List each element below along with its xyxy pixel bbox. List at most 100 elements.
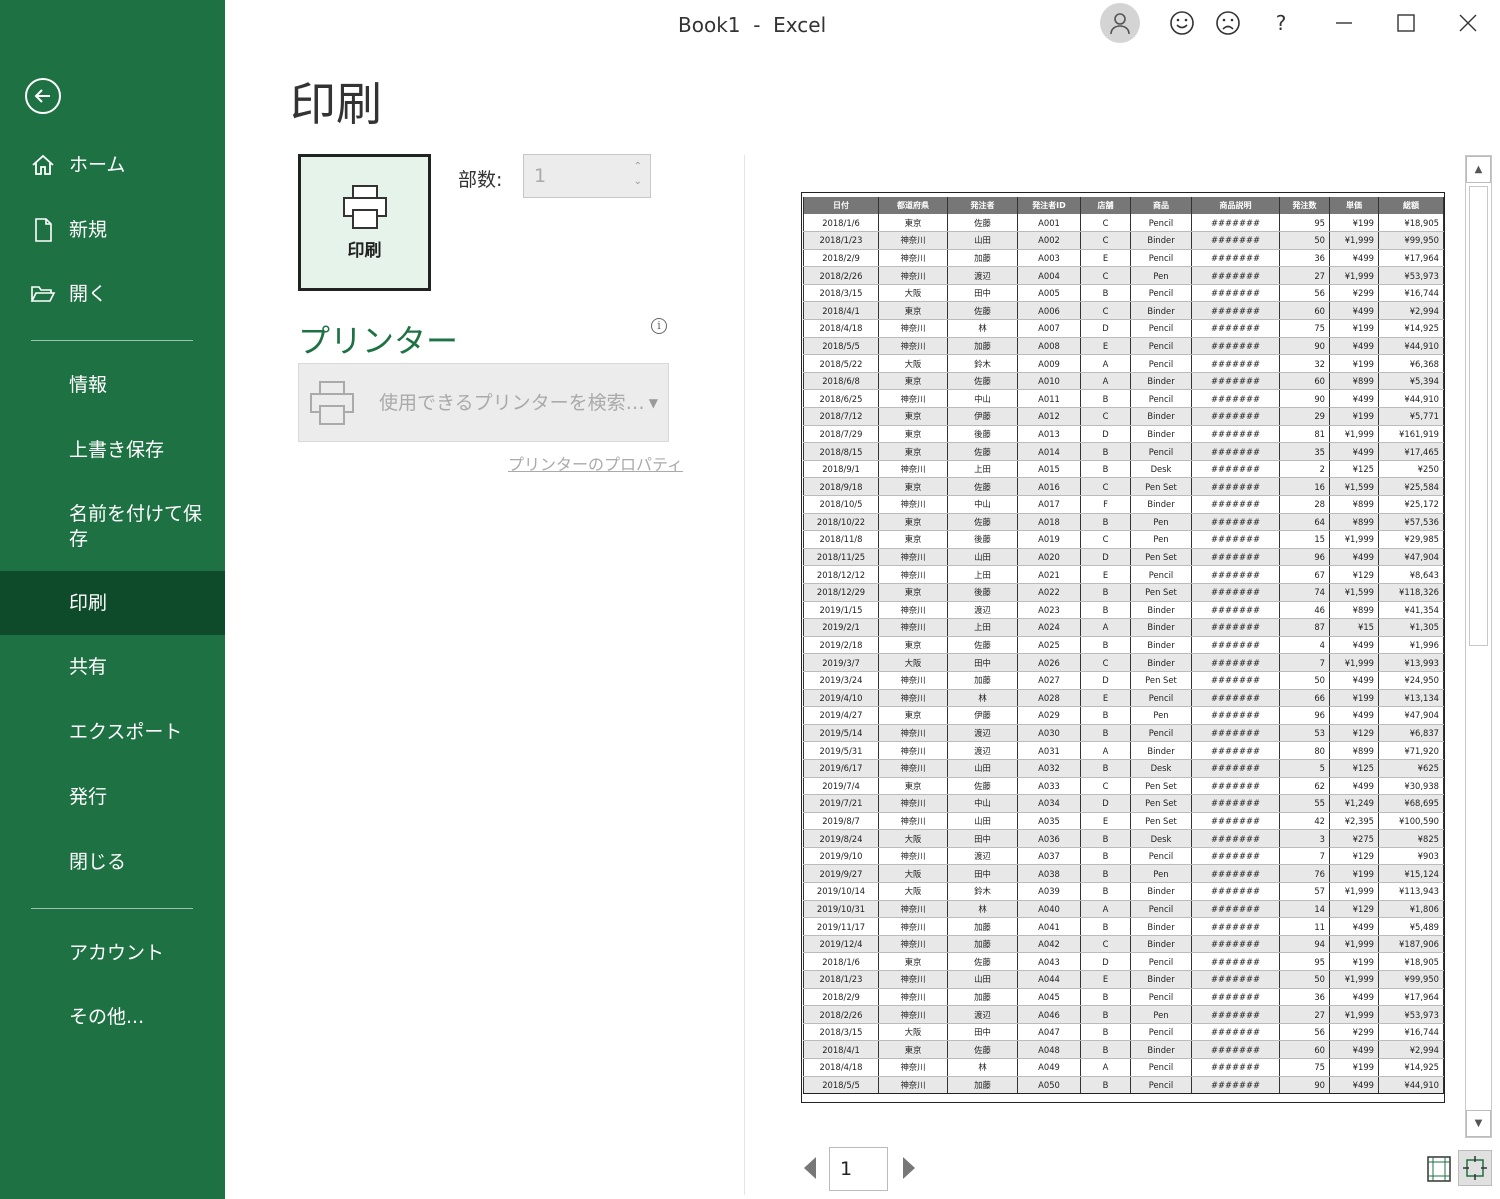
table-cell: ¥499 [1329, 988, 1379, 1007]
sidebar-item-info[interactable]: 情報 [0, 353, 225, 417]
help-button[interactable]: ? [1263, 8, 1299, 38]
preview-table: 日付 都道府県 発注者 発注者ID 店舗 商品 商品説明 発注数 単価 総額 2018/1/6 東京… [803, 197, 1444, 1095]
table-cell: 2018/5/22 [803, 354, 879, 373]
table-cell: A026 [1017, 653, 1081, 672]
print-button[interactable]: 印刷 [298, 154, 431, 291]
printer-dropdown[interactable]: 使用できるプリンターを検索… ▼ [298, 363, 669, 442]
table-cell: A047 [1017, 1023, 1081, 1042]
sidebar-item-close[interactable]: 閉じる [0, 830, 225, 894]
table-row: 2018/4/1 東京 佐藤 A006 C Binder ####### 60 ¥499 ¥2,9… [803, 301, 1444, 321]
table-cell: ¥499 [1329, 389, 1379, 409]
maximize-button[interactable] [1388, 8, 1424, 38]
table-row: 2018/5/5 神奈川 加藤 A008 E Pencil ####### 90 ¥499 ¥44… [803, 337, 1444, 356]
table-cell: A008 [1017, 337, 1081, 356]
table-cell: A015 [1017, 460, 1081, 479]
table-row: 2018/7/29 東京 後藤 A013 D Binder ####### 81 ¥1,999 ¥… [803, 425, 1444, 444]
back-button[interactable] [25, 78, 61, 114]
page-number-input[interactable]: 1 [829, 1147, 888, 1191]
table-cell: 76 [1279, 864, 1330, 884]
sidebar-item-save[interactable]: 上書き保存 [0, 418, 225, 482]
next-page-icon[interactable] [900, 1155, 918, 1181]
copies-stepper[interactable]: 1 ⌃ ⌄ [523, 154, 651, 198]
table-cell: ####### [1191, 1023, 1280, 1042]
preview-column-header: 都道府県 [878, 197, 948, 214]
table-cell: 57 [1279, 882, 1330, 901]
show-margins-icon[interactable] [1426, 1155, 1452, 1183]
table-cell: 林 [947, 319, 1018, 338]
table-cell: Binder [1130, 407, 1192, 426]
maximize-icon [1397, 14, 1415, 32]
scroll-thumb[interactable] [1469, 186, 1488, 646]
sidebar-item-publish[interactable]: 発行 [0, 765, 225, 829]
table-cell: 神奈川 [878, 759, 948, 778]
feedback-frown-button[interactable] [1210, 8, 1246, 38]
sidebar-item-export[interactable]: エクスポート [0, 700, 225, 764]
minimize-button[interactable] [1326, 8, 1362, 38]
table-row: 2018/9/1 神奈川 上田 A015 B Desk ####### 2 ¥125 ¥250 [803, 460, 1444, 479]
table-cell: 神奈川 [878, 1076, 948, 1095]
table-cell: Pen [1130, 266, 1192, 285]
sidebar-item-label: その他... [69, 1005, 145, 1028]
table-cell: D [1080, 671, 1131, 690]
sidebar-item-home[interactable]: ホーム [0, 133, 225, 197]
sidebar-item-save-as[interactable]: 名前を付けて保存 [0, 494, 225, 560]
table-cell: 81 [1279, 425, 1330, 444]
sidebar-item-share[interactable]: 共有 [0, 635, 225, 699]
table-cell: ¥1,999 [1329, 882, 1379, 901]
table-cell: ####### [1191, 354, 1280, 373]
previous-page-icon[interactable] [801, 1155, 819, 1181]
preview-scrollbar[interactable]: ▲ ▼ [1465, 155, 1492, 1138]
info-icon[interactable]: i [651, 318, 667, 334]
table-cell: E [1080, 812, 1131, 831]
table-cell: 2019/3/7 [803, 653, 879, 672]
table-cell: 佐藤 [947, 477, 1018, 496]
table-cell: 伊藤 [947, 706, 1018, 725]
table-cell: ¥499 [1329, 548, 1379, 567]
table-cell: 大阪 [878, 1023, 948, 1042]
table-cell: ¥903 [1378, 847, 1444, 866]
sidebar-item-more[interactable]: その他... [0, 985, 225, 1049]
table-cell: 田中 [947, 829, 1018, 848]
scroll-down-button[interactable]: ▼ [1466, 1110, 1491, 1137]
close-button[interactable] [1450, 8, 1486, 38]
table-cell: 加藤 [947, 337, 1018, 356]
table-cell: 神奈川 [878, 935, 948, 954]
chevron-down-icon[interactable]: ⌄ [634, 174, 642, 189]
table-cell: A041 [1017, 917, 1081, 936]
new-document-icon [35, 218, 52, 242]
table-cell: A040 [1017, 900, 1081, 919]
table-cell: 67 [1279, 565, 1330, 584]
chevron-up-icon[interactable]: ⌃ [634, 159, 642, 174]
table-cell: ####### [1191, 935, 1280, 954]
printer-properties-link[interactable]: プリンターのプロパティ [508, 451, 683, 475]
feedback-smile-button[interactable] [1164, 8, 1200, 38]
table-cell: B [1080, 583, 1131, 602]
scroll-up-button[interactable]: ▲ [1466, 156, 1491, 183]
table-cell: Binder [1130, 425, 1192, 444]
table-cell: ¥1,999 [1329, 970, 1379, 989]
table-cell: ####### [1191, 319, 1280, 338]
copies-value: 1 [534, 165, 547, 187]
table-cell: 15 [1279, 530, 1330, 549]
table-cell: A030 [1017, 724, 1081, 743]
sidebar-item-print[interactable]: 印刷 [0, 571, 225, 635]
sidebar-item-open[interactable]: 開く [0, 262, 225, 326]
table-cell: ####### [1191, 372, 1280, 391]
zoom-to-page-button[interactable] [1458, 1150, 1492, 1186]
table-cell: 75 [1279, 319, 1330, 338]
table-cell: Pencil [1130, 389, 1192, 409]
sidebar-item-account[interactable]: アカウント [0, 921, 225, 985]
table-cell: ¥1,806 [1378, 900, 1444, 919]
sidebar-item-new[interactable]: 新規 [0, 198, 225, 262]
table-cell: ####### [1191, 1040, 1280, 1059]
table-cell: B [1080, 601, 1131, 620]
table-cell: ¥41,354 [1378, 601, 1444, 620]
table-cell: 2018/5/5 [803, 1076, 879, 1095]
table-cell: D [1080, 794, 1131, 813]
sidebar-item-label: 新規 [69, 218, 108, 241]
table-cell: 2018/2/26 [803, 1005, 879, 1024]
account-button[interactable] [1100, 3, 1140, 43]
table-cell: ¥129 [1329, 847, 1379, 866]
copies-spin[interactable]: ⌃ ⌄ [634, 159, 642, 189]
table-cell: 加藤 [947, 1076, 1018, 1095]
